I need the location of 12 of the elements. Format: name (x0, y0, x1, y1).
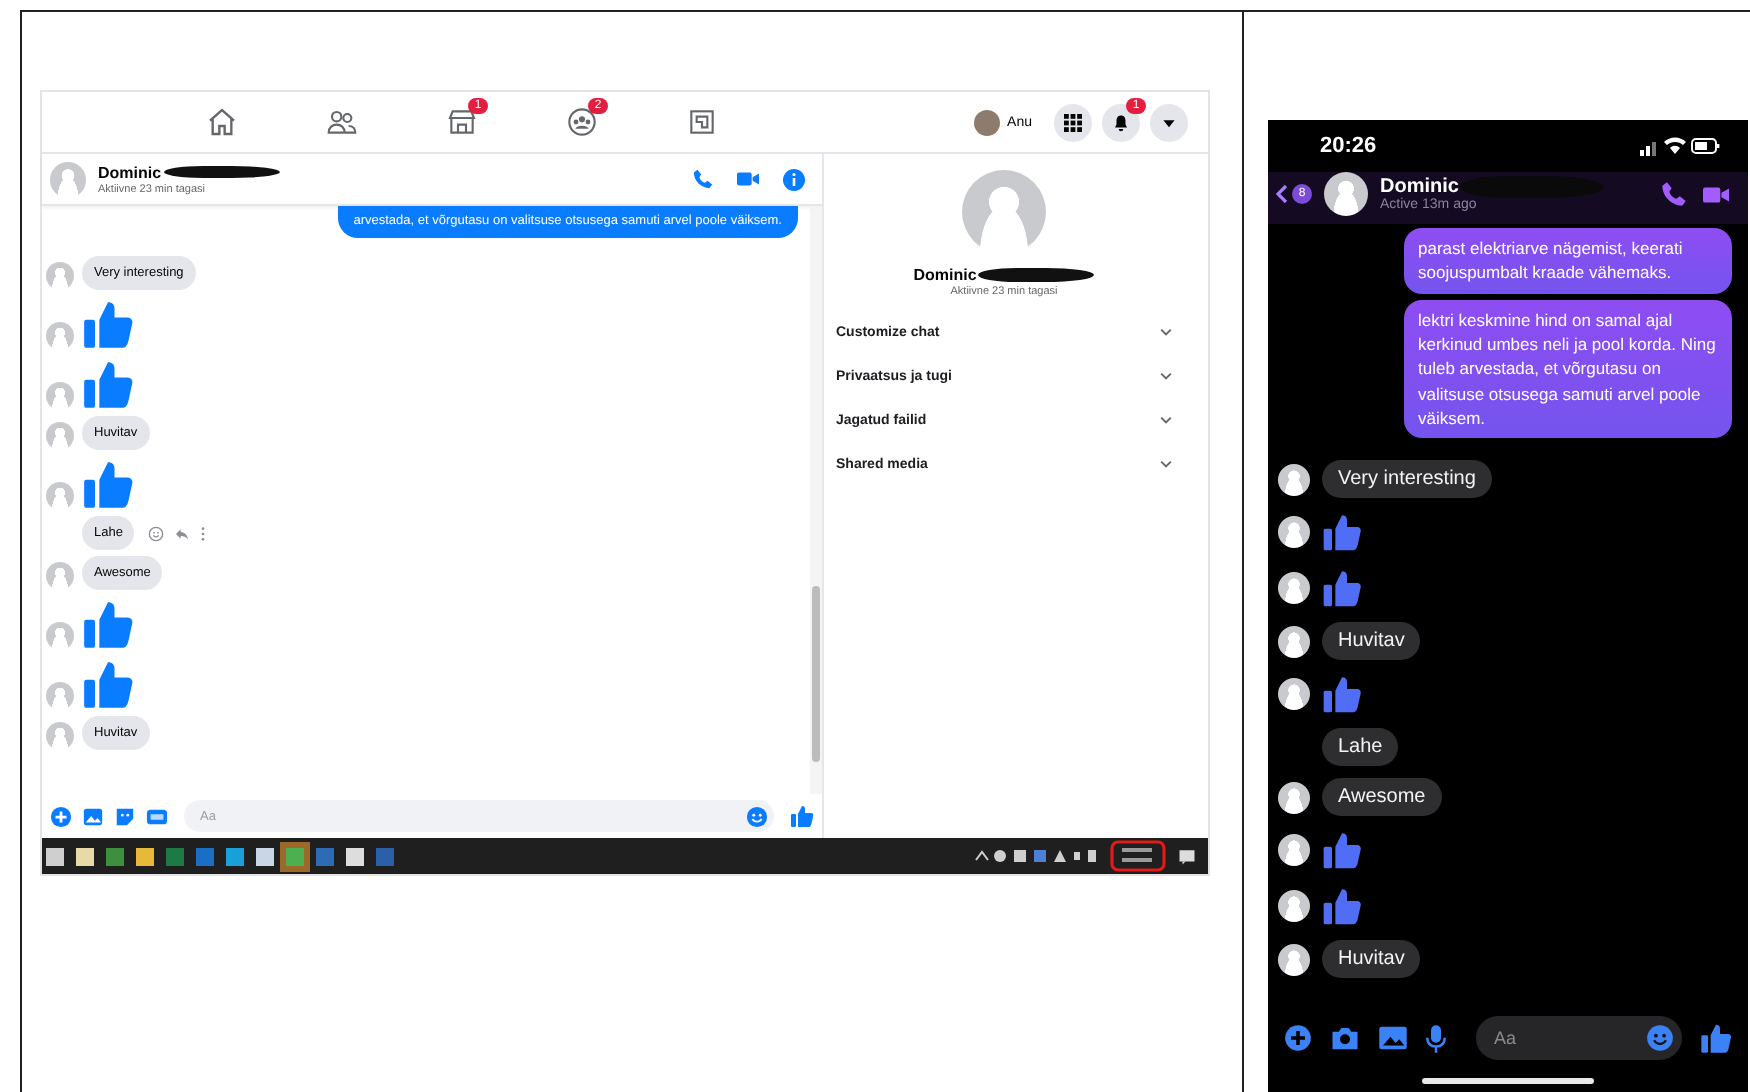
message-bubble: Very interesting (1322, 460, 1492, 499)
message-bubble: lektri keskmine hind on samal ajal kerkinud umbes neli ja pool korda. Ning tuleb arvestada, et võrgutasu on valitsuse otsusega samuti arvel poole väiksem. (1404, 299, 1732, 439)
contact-name: Dominic (1380, 176, 1459, 198)
status-time: 20:26 (1320, 134, 1377, 158)
contact-name: Dominic (913, 266, 977, 284)
message-bubble: Awesome (1322, 778, 1442, 817)
message-bubble: Huvitav (1322, 622, 1421, 661)
contact-name: Dominic (98, 163, 162, 181)
message-input[interactable]: Aa (1476, 1016, 1682, 1060)
message-bubble: parast elektriarve nägemist, keerati soojuspumbalt kraade vähemaks. (1404, 228, 1732, 294)
message-bubble: Huvitav (1322, 940, 1421, 979)
message-bubble: Lahe (1322, 728, 1399, 767)
